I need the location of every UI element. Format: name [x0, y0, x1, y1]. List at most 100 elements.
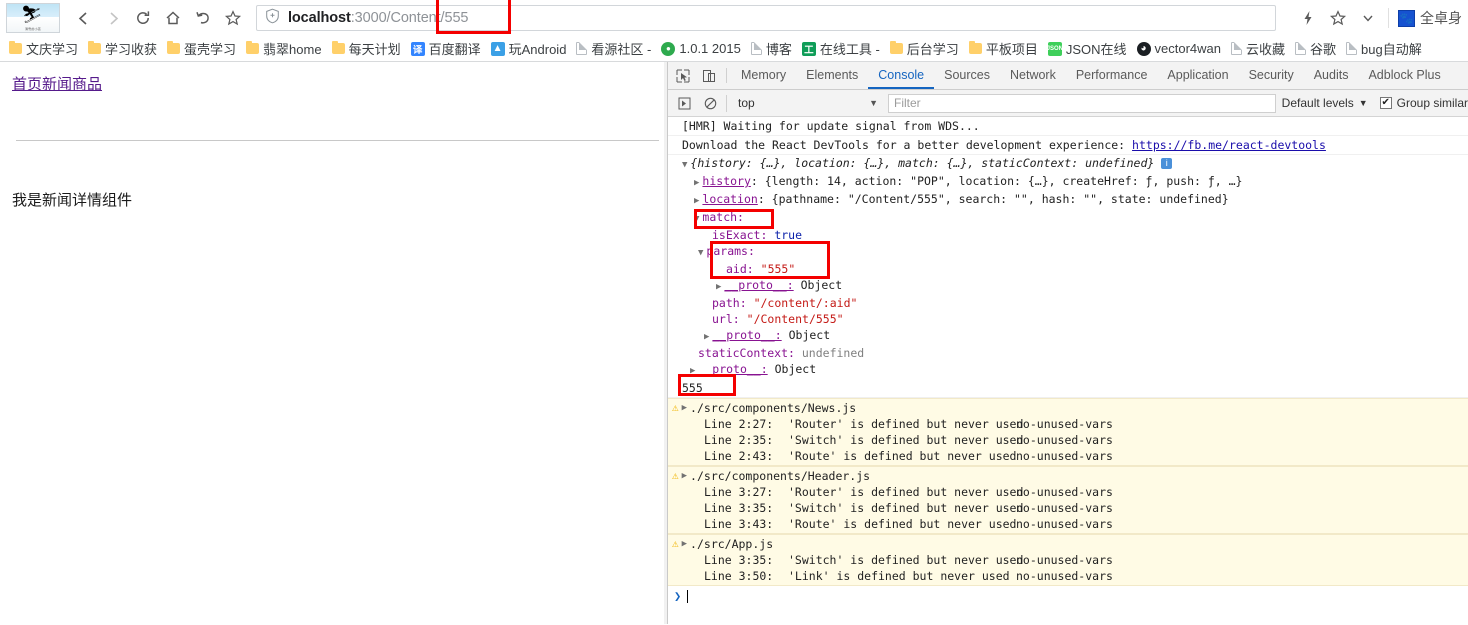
disclosure-triangle-icon[interactable]: ▶ — [694, 193, 699, 209]
bookmark-item[interactable]: 每天计划 — [327, 38, 406, 60]
tab-sources[interactable]: Sources — [934, 62, 1000, 89]
warning-header[interactable]: ⚠ ▶ ./src/components/Header.js — [668, 468, 1468, 484]
params-proto-row[interactable]: ▶ __proto__: Object — [668, 277, 1468, 295]
warning-line: Line 2:27: 'Router' is defined but never … — [668, 416, 1468, 432]
chevron-down-icon[interactable] — [1353, 3, 1383, 33]
warning-rule: no-unused-vars — [1016, 569, 1113, 583]
tab-audits[interactable]: Audits — [1304, 62, 1359, 89]
disclosure-triangle-icon[interactable]: ▶ — [682, 400, 687, 416]
clear-console-icon[interactable] — [697, 97, 723, 110]
bookmark-label: 百度翻译 — [428, 42, 481, 57]
warning-file: ./src/components/News.js — [690, 401, 857, 415]
home-button[interactable] — [158, 3, 188, 33]
bookmark-item[interactable]: ▲ 玩Android — [486, 38, 572, 60]
proto-value: Object — [800, 278, 843, 292]
address-bar[interactable]: localhost:3000/Content/555 — [256, 0, 1276, 34]
bookmark-item[interactable]: 工在线工具 - — [797, 38, 885, 60]
lightning-icon[interactable] — [1293, 3, 1323, 33]
bookmark-item[interactable]: 翡翠home — [241, 38, 327, 60]
warning-group-header: ⚠ ▶ ./src/components/Header.js Line 3:27: '… — [668, 466, 1468, 534]
bookmark-item[interactable]: 后台学习 — [885, 38, 964, 60]
home-news-product-link[interactable]: 首页新闻商品 — [12, 73, 102, 94]
proto-key[interactable]: __proto__: — [724, 278, 793, 292]
bookmark-item[interactable]: 平板项目 — [964, 38, 1043, 60]
tabbar-divider — [726, 68, 727, 83]
bookmark-item[interactable]: 云收藏 — [1226, 38, 1290, 60]
warning-icon: ⚠ — [672, 537, 679, 550]
location-row[interactable]: ▶ location: {pathname: "/Content/555", se… — [668, 191, 1468, 209]
tab-network[interactable]: Network — [1000, 62, 1066, 89]
star-icon[interactable] — [1323, 3, 1353, 33]
bookmark-label: 平板项目 — [985, 42, 1038, 57]
device-toolbar-icon[interactable] — [696, 62, 722, 89]
warning-rule: no-unused-vars — [1016, 517, 1113, 531]
console-object-tree: ▼ {history: {…}, location: {…}, match: {…… — [668, 155, 1468, 398]
bookmark-item[interactable]: 蛋壳学习 — [162, 38, 241, 60]
bookmark-item[interactable]: bug自动解 — [1341, 38, 1427, 60]
console-prompt[interactable]: ❯ — [668, 586, 1468, 604]
params-row[interactable]: ▼ params: — [668, 243, 1468, 261]
bookmark-item[interactable]: 看源社区 - — [571, 38, 656, 60]
proto-key[interactable]: __proto__: — [712, 328, 781, 342]
page-scrollbar[interactable] — [664, 62, 667, 624]
extension-button[interactable]: 🐾 全卓身 — [1398, 8, 1462, 28]
disclosure-triangle-icon[interactable]: ▼ — [694, 211, 699, 227]
warning-rule: no-unused-vars — [1016, 553, 1113, 567]
execute-icon[interactable] — [671, 97, 697, 110]
proto-key[interactable]: __proto__: — [698, 362, 767, 376]
bookmark-item[interactable]: 文庆学习 — [4, 38, 83, 60]
bookmark-item[interactable]: 译百度翻译 — [406, 38, 486, 60]
forward-button[interactable] — [98, 3, 128, 33]
bookmark-item[interactable]: JSON JSON在线 — [1043, 38, 1132, 60]
warning-header[interactable]: ⚠ ▶ ./src/App.js — [668, 536, 1468, 552]
back-button[interactable] — [68, 3, 98, 33]
execution-context-select[interactable]: top ▼ — [734, 94, 882, 113]
disclosure-triangle-icon[interactable]: ▶ — [682, 536, 687, 552]
bookmark-item[interactable]: 学习收获 — [83, 38, 162, 60]
params-key: params: — [706, 244, 755, 258]
bookmark-item[interactable]: 谷歌 — [1290, 38, 1341, 60]
tab-memory[interactable]: Memory — [731, 62, 796, 89]
staticcontext-value: undefined — [801, 346, 865, 360]
tab-performance[interactable]: Performance — [1066, 62, 1158, 89]
tab-console[interactable]: Console — [868, 62, 935, 89]
warning-header[interactable]: ⚠ ▶ ./src/components/News.js — [668, 400, 1468, 416]
history-row[interactable]: ▶ history: {length: 14, action: "POP", lo… — [668, 173, 1468, 191]
react-devtools-link[interactable]: https://fb.me/react-devtools — [1132, 138, 1326, 152]
bookmarks-bar[interactable]: 文庆学习 学习收获 蛋壳学习 翡翠home 每天计划 译百度翻译 ▲ 玩Andro… — [0, 36, 1468, 62]
bookmark-item[interactable]: ● 1.0.1 2015 — [656, 38, 745, 60]
root-proto-row[interactable]: ▶ __proto__: Object — [668, 361, 1468, 379]
folder-icon — [889, 41, 903, 54]
bookmark-label: 学习收获 — [105, 42, 158, 57]
staticcontext-row: staticContext: undefined — [668, 345, 1468, 361]
bookmark-item[interactable]: 博客 — [746, 38, 797, 60]
bookmark-item[interactable]: ◕ vector4wan — [1132, 38, 1226, 60]
tab-adblock-plus[interactable]: Adblock Plus — [1358, 62, 1450, 89]
log-levels-select[interactable]: Default levels ▼ — [1282, 96, 1368, 110]
reload-button[interactable] — [128, 3, 158, 33]
disclosure-triangle-icon[interactable]: ▶ — [694, 175, 699, 191]
location-key[interactable]: location — [702, 192, 757, 206]
match-row[interactable]: ▼ match: — [668, 209, 1468, 227]
group-similar-checkbox[interactable]: ✔ Group similar — [1379, 96, 1468, 110]
undo-button[interactable] — [188, 3, 218, 33]
prompt-text-caret[interactable] — [687, 589, 689, 603]
console-output[interactable]: [HMR] Waiting for update signal from WDS… — [668, 117, 1468, 624]
disclosure-triangle-icon[interactable]: ▶ — [682, 468, 687, 484]
console-filter-input[interactable]: Filter — [888, 93, 1276, 113]
inspect-element-icon[interactable] — [670, 62, 696, 89]
disclosure-triangle-icon[interactable]: ▶ — [704, 329, 709, 345]
match-proto-row[interactable]: ▶ __proto__: Object — [668, 327, 1468, 345]
bookmark-label: 1.0.1 2015 — [679, 41, 741, 56]
disclosure-triangle-icon[interactable]: ▶ — [716, 279, 721, 295]
history-key[interactable]: history — [702, 174, 750, 188]
disclosure-triangle-icon[interactable]: ▼ — [698, 245, 703, 261]
disclosure-triangle-icon[interactable]: ▶ — [690, 363, 695, 379]
object-header-row[interactable]: ▼ {history: {…}, location: {…}, match: {…… — [668, 155, 1468, 173]
tab-elements[interactable]: Elements — [796, 62, 868, 89]
folder-icon — [331, 41, 345, 54]
tab-application[interactable]: Application — [1157, 62, 1238, 89]
disclosure-triangle-icon[interactable]: ▼ — [682, 157, 687, 173]
bookmark-star-button[interactable] — [218, 3, 248, 33]
tab-security[interactable]: Security — [1239, 62, 1304, 89]
